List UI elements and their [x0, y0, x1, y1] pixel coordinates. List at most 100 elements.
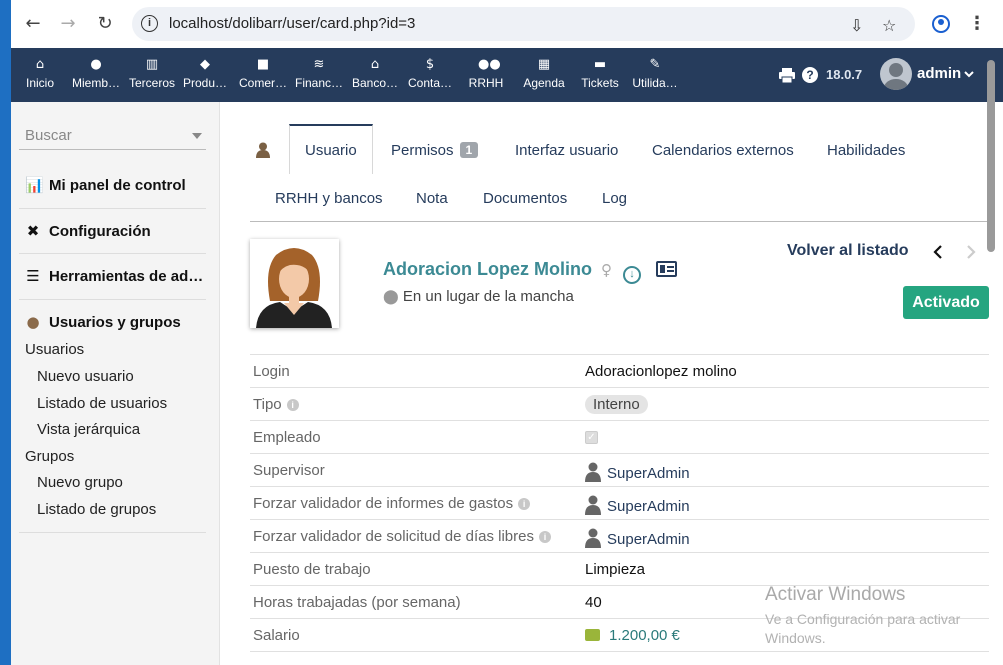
left-sidebar: Buscar 📊 Mi panel de control ✖ Configuraci… — [11, 102, 220, 665]
field-row-login: Login Adoracionlopez molino — [250, 354, 989, 387]
browser-toolbar: ← → ↻ i localhost/dolibarr/user/card.php… — [11, 0, 1003, 48]
next-record-icon — [967, 245, 976, 259]
coins-icon: ≋ — [313, 57, 325, 72]
expense-validator-link[interactable]: SuperAdmin — [607, 498, 690, 515]
job-value: Limpieza — [585, 561, 646, 578]
previous-record-icon[interactable] — [933, 245, 943, 259]
browser-window: ← → ↻ i localhost/dolibarr/user/card.php… — [11, 0, 1003, 665]
top-menu-item-11[interactable]: ✎ Utilida… — [631, 48, 679, 102]
field-row-leave-validator: Forzar validador de solicitud de días li… — [250, 519, 989, 552]
top-menu-item-9[interactable]: ▦ Agenda — [522, 48, 566, 102]
tab-note[interactable]: Nota — [416, 190, 448, 207]
info-icon: i — [286, 399, 299, 411]
top-menu-label: Financ… — [295, 76, 344, 90]
top-menu-label: Banco… — [351, 76, 399, 90]
address-bar[interactable]: i localhost/dolibarr/user/card.php?id=3 … — [132, 7, 915, 41]
back-arrow-icon[interactable]: ← — [21, 12, 45, 36]
sidebar-item-dashboard[interactable]: 📊 Mi panel de control — [25, 176, 186, 194]
tab-user[interactable]: Usuario — [305, 142, 357, 159]
leave-validator-link[interactable]: SuperAdmin — [607, 531, 690, 548]
tab-hr-bank[interactable]: RRHH y bancos — [275, 190, 383, 207]
top-menu-label: Tickets — [581, 76, 619, 90]
status-badge: Activado — [903, 286, 989, 319]
url-text: localhost/dolibarr/user/card.php?id=3 — [169, 15, 416, 32]
sidebar-item-new-user[interactable]: Nuevo usuario — [37, 368, 134, 385]
search-dollar-icon: $ — [425, 57, 435, 72]
back-to-list-link[interactable]: Volver al listado — [787, 242, 909, 260]
tab-external-calendars[interactable]: Calendarios externos — [652, 142, 794, 159]
top-menu-label: RRHH — [468, 76, 504, 90]
users-icon: ●● — [478, 57, 501, 72]
calendar-icon: ▦ — [537, 57, 551, 72]
top-menu-item-8[interactable]: ●● RRHH — [466, 48, 506, 102]
tab-log[interactable]: Log — [602, 190, 627, 207]
top-menu-item-7[interactable]: $ Conta… — [407, 48, 453, 102]
install-app-icon[interactable]: ⇩ — [850, 16, 863, 35]
page-scrollbar[interactable] — [987, 60, 995, 252]
tab-documents[interactable]: Documentos — [483, 190, 567, 207]
user-photo[interactable] — [250, 239, 339, 328]
user-address: ⬤ En un lugar de la mancha — [383, 288, 574, 305]
salary-value: 1.200,00 € — [609, 627, 680, 644]
print-icon[interactable] — [779, 68, 795, 83]
bookmark-star-icon[interactable]: ☆ — [882, 16, 896, 35]
top-menu-label: Inicio — [25, 76, 54, 90]
sidebar-item-users-groups[interactable]: ● Usuarios y grupos — [25, 313, 180, 331]
reload-icon[interactable]: ↻ — [93, 12, 117, 36]
top-menu-label: Comer… — [239, 76, 288, 90]
download-vcard-icon[interactable]: ↓ — [623, 266, 642, 284]
sidebar-item-list-groups[interactable]: Listado de grupos — [37, 501, 156, 518]
sidebar-item-groups[interactable]: Grupos — [25, 448, 74, 465]
avatar — [880, 58, 912, 90]
top-menu-item-5[interactable]: ≋ Financ… — [295, 48, 343, 102]
sidebar-item-new-group[interactable]: Nuevo grupo — [37, 474, 123, 491]
top-menu-label: Terceros — [128, 76, 175, 90]
top-menu-item-3[interactable]: ◆ Produ… — [183, 48, 227, 102]
building-icon: ▥ — [145, 57, 159, 72]
top-menu-item-1[interactable]: ● Miemb… — [70, 48, 122, 102]
login-value: Adoracionlopez molino — [585, 363, 737, 380]
forward-arrow-icon[interactable]: → — [56, 12, 80, 36]
sidebar-item-admin-tools[interactable]: ☰ Herramientas de ad… — [25, 267, 203, 285]
tab-interface[interactable]: Interfaz usuario — [515, 142, 618, 159]
sidebar-item-config[interactable]: ✖ Configuración — [25, 222, 151, 240]
vcard-icon[interactable] — [656, 261, 678, 277]
top-menu-label: Miemb… — [71, 76, 120, 90]
wrench-icon: ✎ — [649, 57, 661, 72]
tab-skills[interactable]: Habilidades — [827, 142, 905, 159]
help-icon[interactable]: ? — [802, 67, 818, 83]
user-icon — [256, 142, 270, 158]
top-menu-item-0[interactable]: ⌂ Inicio — [25, 48, 55, 102]
tools-icon: ✖ — [26, 222, 40, 240]
user-icon: ● — [26, 313, 40, 331]
username-label: admin — [917, 65, 962, 82]
permissions-count-badge: 1 — [459, 142, 479, 158]
field-row-job: Puesto de trabajo Limpieza — [250, 552, 989, 585]
tab-permissions[interactable]: Permisos 1 — [391, 142, 479, 159]
bank-icon: ⌂ — [370, 57, 380, 72]
search-select[interactable]: Buscar — [19, 122, 206, 150]
home-icon: ⌂ — [35, 57, 45, 72]
top-menu-item-10[interactable]: ▬ Tickets — [580, 48, 620, 102]
main-content: Usuario Permisos 1 Interfaz usuario Calen… — [220, 102, 1003, 665]
wallet-icon — [585, 629, 600, 641]
site-info-icon[interactable]: i — [141, 15, 158, 32]
field-row-expense-validator: Forzar validador de informes de gastos i … — [250, 486, 989, 519]
sidebar-item-hierarchy[interactable]: Vista jerárquica — [37, 421, 140, 438]
top-menu-item-4[interactable]: ■ Comer… — [239, 48, 287, 102]
field-row-employee: Empleado ✓ — [250, 420, 989, 453]
map-pin-icon: ⬤ — [383, 289, 399, 305]
browser-menu-icon[interactable]: ⋮ — [965, 12, 989, 36]
top-menu-item-6[interactable]: ⌂ Banco… — [351, 48, 399, 102]
hours-value: 40 — [585, 594, 602, 611]
member-icon: ● — [90, 57, 102, 72]
user-fullname: Adoracion Lopez Molino ♀ ↓ — [383, 259, 678, 284]
profile-icon[interactable] — [932, 15, 950, 33]
top-menu-item-2[interactable]: ▥ Terceros — [128, 48, 176, 102]
supervisor-link[interactable]: SuperAdmin — [607, 465, 690, 482]
sidebar-item-list-users[interactable]: Listado de usuarios — [37, 395, 167, 412]
type-badge: Interno — [585, 395, 648, 414]
sidebar-item-users[interactable]: Usuarios — [25, 341, 84, 358]
user-avatar-icon — [585, 528, 601, 548]
top-menu-label: Agenda — [523, 76, 565, 90]
